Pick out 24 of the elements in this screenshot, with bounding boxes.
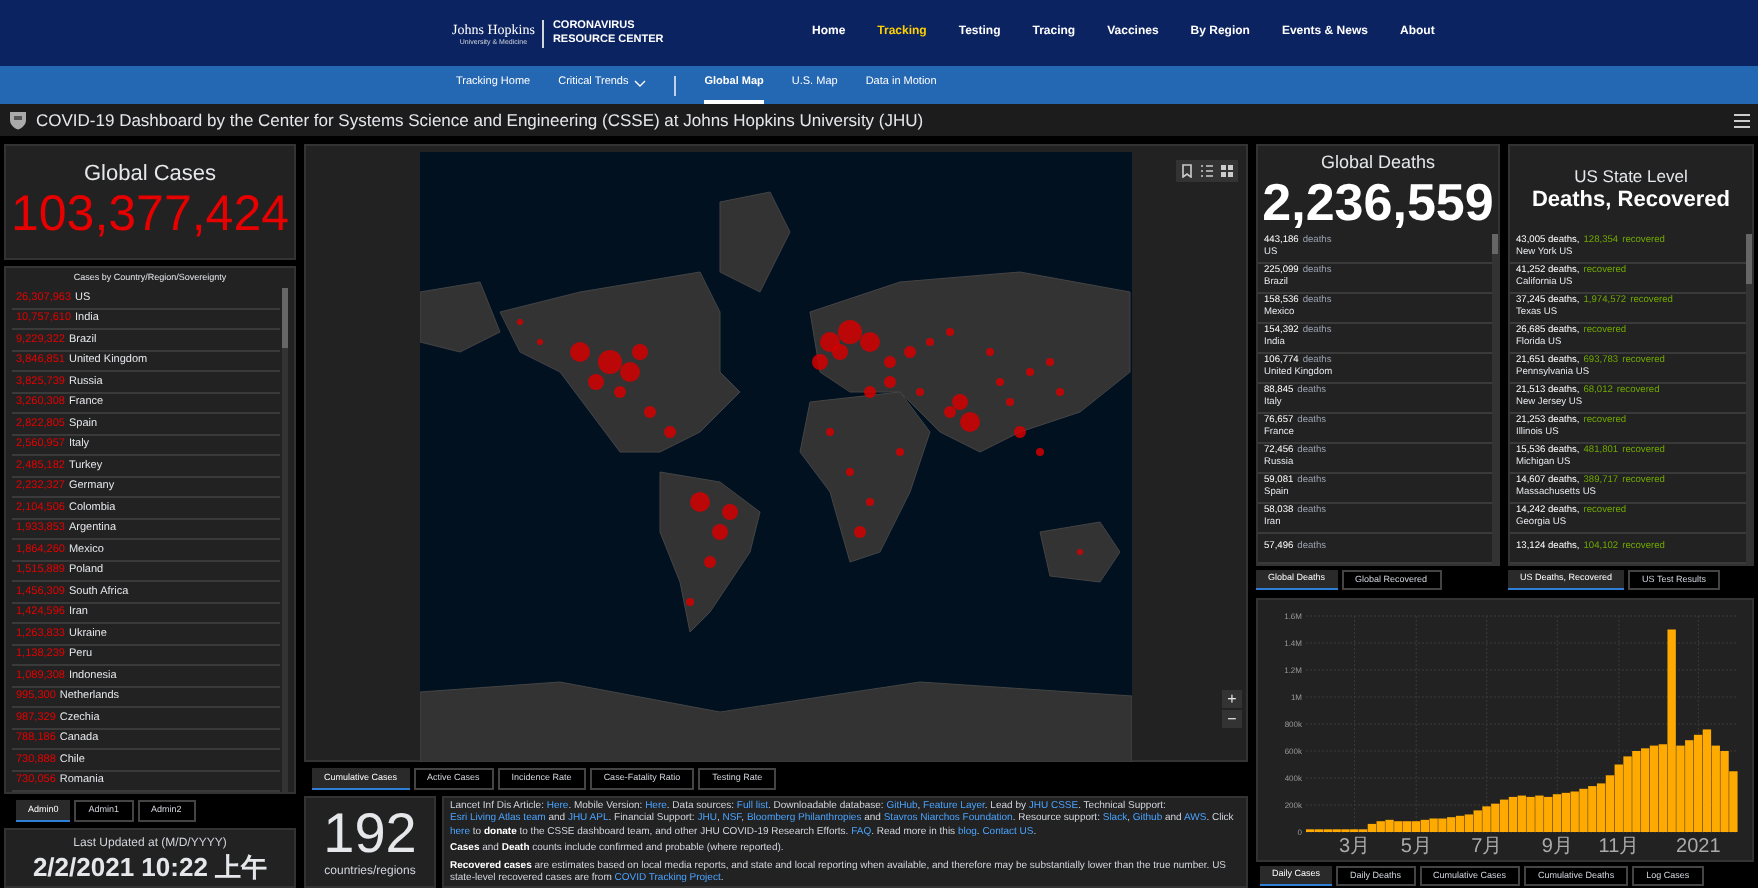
axis-tick-label: 3月	[1338, 836, 1371, 858]
global-deaths-count: 2,236,559	[1262, 173, 1494, 229]
basemap-grid-icon[interactable]	[1220, 164, 1234, 178]
global-cases-count: 103,377,424	[10, 188, 290, 242]
panel-title: Global Deaths	[1320, 151, 1436, 173]
axis-tick-label: 11月	[1598, 836, 1640, 858]
panel-subtitle: Deaths, Recovered	[1531, 188, 1731, 214]
menu-icon[interactable]	[1734, 113, 1750, 127]
axis-tick-label: 7月	[1471, 836, 1503, 858]
scrollbar[interactable]	[1746, 234, 1752, 564]
axis-tick-label: 5月	[1400, 836, 1432, 858]
last-updated-time: 2/2/2021 10:22 上午	[32, 851, 268, 881]
shield-logo-icon	[8, 110, 28, 130]
panel-title: US State Level	[1574, 166, 1688, 188]
scrollbar[interactable]	[1492, 234, 1498, 564]
dashboard-title: COVID-19 Dashboard by the Center for Systems Science and Engineering (CSSE) at Johns Hopkins University (JHU)	[36, 107, 924, 133]
zoom-out-button[interactable]: −	[1222, 710, 1242, 728]
axis-tick-label: 9月	[1541, 836, 1573, 858]
axis-tick-label: 2021	[1676, 836, 1721, 858]
country-count: 192	[323, 804, 417, 864]
panel-title: Global Cases	[83, 162, 217, 188]
bookmark-icon[interactable]	[1180, 164, 1194, 178]
zoom-in-button[interactable]: +	[1222, 690, 1242, 708]
legend-list-icon[interactable]	[1200, 164, 1214, 178]
